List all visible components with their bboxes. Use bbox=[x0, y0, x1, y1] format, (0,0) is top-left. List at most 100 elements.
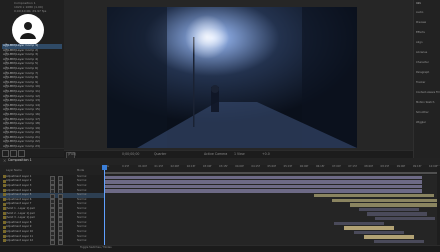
trash-icon[interactable] bbox=[18, 150, 25, 157]
quality-dropdown[interactable]: Quarter bbox=[154, 152, 166, 156]
layer-duration-bar[interactable] bbox=[334, 221, 384, 225]
layer-duration-bar[interactable] bbox=[367, 212, 427, 216]
header-layer-name: Layer Name bbox=[6, 169, 22, 172]
layer-duration-bar[interactable] bbox=[375, 216, 435, 221]
layer-name: Adjustment Layer 9 bbox=[6, 225, 32, 229]
right-panel-item[interactable]: Effects bbox=[416, 31, 425, 35]
layer-duration-bar[interactable] bbox=[104, 184, 422, 189]
ruler-tick-label: 03:15f bbox=[219, 165, 228, 168]
avatar-icon[interactable] bbox=[12, 14, 44, 46]
right-panel-title: Info bbox=[416, 2, 421, 5]
zoom-value: (Full) bbox=[68, 152, 76, 156]
layer-name: Adjustment Layer 10 bbox=[6, 229, 34, 233]
blend-mode-dropdown[interactable]: Normal bbox=[77, 235, 86, 239]
layer-name: Adjustment Layer 2 bbox=[6, 179, 32, 183]
right-panel-lines: Info Audio Preview Effects Align Libraries Cha… bbox=[413, 0, 440, 160]
layer-name: Adjustment Layer 12 bbox=[6, 239, 34, 243]
right-panel-item[interactable]: Content-Aware Fill bbox=[416, 91, 439, 95]
layer-duration-bar[interactable] bbox=[350, 203, 437, 207]
viewer-frame-image[interactable] bbox=[107, 7, 357, 148]
ruler-tick-label: 08:00f bbox=[364, 165, 373, 168]
blend-mode-dropdown[interactable]: Normal bbox=[77, 180, 86, 183]
layer-name: [Solid 2 - Layer 1].psd bbox=[6, 211, 35, 215]
layer-duration-bar[interactable] bbox=[332, 198, 437, 202]
layer-name: [Solid 1 - Layer 1].psd bbox=[6, 206, 35, 210]
toggle-switches-modes[interactable]: Toggle Switches / Modes bbox=[80, 246, 112, 250]
ruler-tick-label: 05:00f bbox=[267, 165, 276, 168]
right-panel-item[interactable]: Preview bbox=[416, 21, 426, 25]
layer-name: [Solid 3 - Layer 1].psd bbox=[6, 216, 35, 220]
close-icon[interactable]: × bbox=[3, 159, 6, 163]
viewer-timecode[interactable]: 0;00;00;00 bbox=[122, 152, 139, 156]
layer-name: Adjustment Layer 11 bbox=[6, 234, 34, 238]
header-mode: Mode bbox=[77, 169, 85, 172]
right-panel-item[interactable]: Wiggler bbox=[416, 121, 426, 125]
blend-mode-dropdown[interactable]: Normal bbox=[77, 212, 86, 216]
project-layer-list: A的LMM(Layer Comp 1) A的LMM(Layer Comp 2) A的… bbox=[2, 44, 62, 154]
layer-duration-bar[interactable] bbox=[374, 239, 424, 244]
blend-mode-dropdown[interactable]: Normal bbox=[77, 198, 86, 202]
work-area-bar[interactable] bbox=[104, 172, 437, 174]
ruler-tick-label: 08:15f bbox=[380, 165, 389, 168]
layer-duration-bar[interactable] bbox=[104, 175, 422, 179]
tab-composition[interactable]: Composition 1 bbox=[8, 158, 32, 162]
blend-mode-dropdown[interactable]: Normal bbox=[77, 189, 86, 193]
blend-mode-dropdown[interactable]: Normal bbox=[77, 175, 86, 179]
blend-mode-dropdown[interactable]: Normal bbox=[77, 203, 86, 206]
right-panel-item[interactable]: Smoother bbox=[416, 111, 429, 115]
ruler-tick-label: 05:15f bbox=[283, 165, 293, 168]
right-panel-item[interactable]: Libraries bbox=[416, 51, 427, 55]
blend-mode-dropdown[interactable]: Normal bbox=[77, 217, 86, 220]
ruler-tick-label: 06:00f bbox=[299, 165, 309, 168]
layer-track-area[interactable] bbox=[104, 175, 437, 245]
view-dropdown[interactable]: Active Camera bbox=[204, 152, 227, 156]
layer-duration-bar[interactable] bbox=[364, 235, 414, 239]
layer-duration-bar[interactable] bbox=[359, 207, 419, 212]
layer-duration-bar[interactable] bbox=[314, 193, 434, 198]
layer-name: Adjustment Layer 4 bbox=[6, 188, 32, 192]
exposure-offset[interactable]: +0.0 bbox=[262, 152, 270, 156]
ruler-tick-label: 01:00f bbox=[138, 165, 147, 168]
layer-name: Adjustment Layer 6 bbox=[6, 197, 32, 201]
right-panel-item[interactable]: Character bbox=[416, 61, 429, 65]
ruler-tick-label: 07:00f bbox=[332, 165, 341, 168]
ruler-tick-label: 04:15f bbox=[251, 165, 260, 168]
ruler-tick-label: 07:15f bbox=[348, 165, 357, 168]
ruler-tick-label: 09:15f bbox=[412, 165, 422, 168]
ruler-tick-label: 02:15f bbox=[186, 165, 196, 168]
table-row[interactable]: Adjustment Layer 12 Normal bbox=[0, 239, 104, 245]
layer-name: Adjustment Layer 5 bbox=[6, 193, 32, 197]
layer-duration-bar[interactable] bbox=[104, 180, 422, 184]
layer-duration-bar[interactable] bbox=[344, 226, 394, 230]
blend-mode-dropdown[interactable]: Normal bbox=[77, 221, 86, 225]
ruler-tick-label: 03:00f bbox=[202, 165, 212, 168]
ruler-tick-label: 02:00f bbox=[170, 165, 179, 168]
views-dropdown[interactable]: 1 View bbox=[234, 152, 245, 156]
right-panel-item[interactable]: Audio bbox=[416, 11, 423, 15]
layer-name: Adjustment Layer 1 bbox=[6, 174, 32, 178]
layer-duration-bar[interactable] bbox=[104, 189, 422, 193]
right-panel-item[interactable]: Tracker bbox=[416, 81, 425, 85]
current-time-indicator[interactable] bbox=[102, 165, 107, 170]
blend-mode-dropdown[interactable]: Normal bbox=[77, 207, 86, 211]
blend-mode-dropdown[interactable]: Normal bbox=[77, 226, 86, 229]
new-folder-icon[interactable] bbox=[2, 150, 9, 157]
blend-mode-dropdown[interactable]: Normal bbox=[77, 184, 86, 188]
layer-name: Adjustment Layer 8 bbox=[6, 220, 32, 224]
new-composition-icon[interactable] bbox=[10, 150, 17, 157]
layer-duration-bar[interactable] bbox=[354, 230, 404, 235]
timeline-layer-rows: Adjustment Layer 1 Normal Adjustment Layer… bbox=[0, 175, 104, 245]
ruler-tick-label: 04:00f bbox=[235, 165, 244, 168]
blend-mode-dropdown[interactable]: Normal bbox=[77, 230, 86, 234]
blend-mode-dropdown[interactable]: Normal bbox=[77, 240, 86, 243]
right-panel-item[interactable]: Motion Sketch bbox=[416, 101, 434, 105]
layer-name: Adjustment Layer 3 bbox=[6, 183, 32, 187]
right-panel-item[interactable]: Paragraph bbox=[416, 71, 429, 75]
project-bottom-bar bbox=[0, 148, 64, 157]
blend-mode-dropdown[interactable]: Normal bbox=[77, 194, 86, 197]
ruler-tick-label: 06:15f bbox=[315, 165, 325, 168]
playhead-line[interactable] bbox=[104, 165, 105, 245]
right-panel-item[interactable]: Align bbox=[416, 41, 423, 45]
ruler-tick-label: 0:15f bbox=[122, 165, 129, 168]
timeline-layer-header: Layer Name Mode bbox=[0, 165, 108, 175]
